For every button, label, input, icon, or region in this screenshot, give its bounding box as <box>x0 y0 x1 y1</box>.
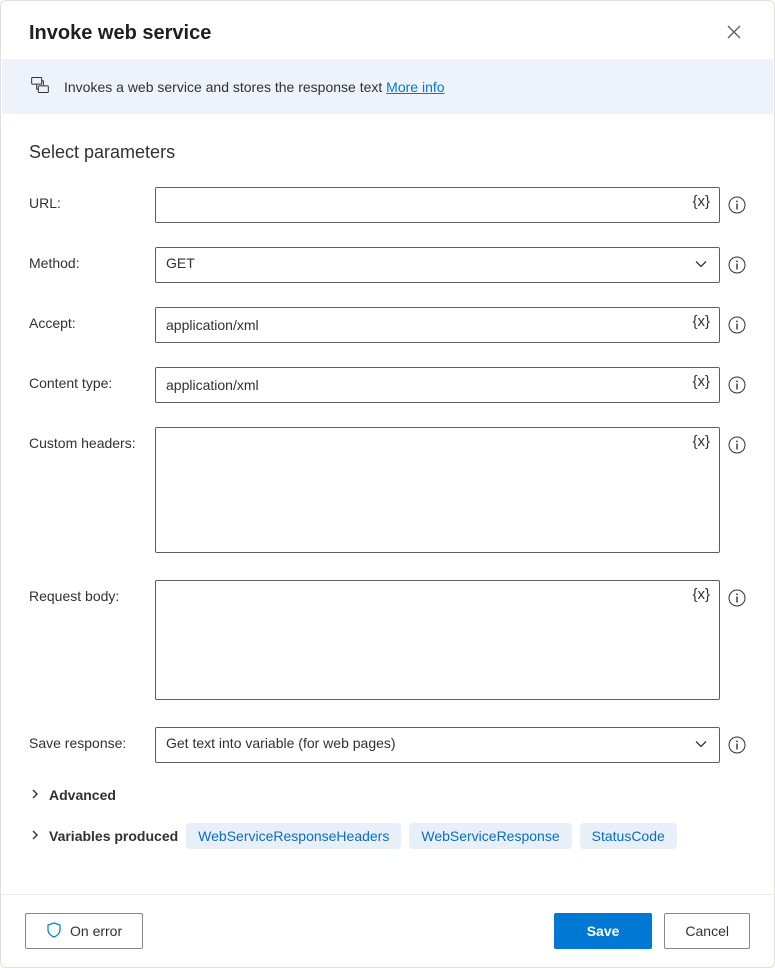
info-icon[interactable] <box>728 316 746 334</box>
info-icon[interactable] <box>728 256 746 274</box>
url-label: URL: <box>29 187 155 211</box>
variable-picker-icon[interactable]: {x} <box>692 433 710 450</box>
variable-picker-icon[interactable]: {x} <box>692 586 710 603</box>
field-save-response: Save response: Get text into variable (f… <box>29 727 746 763</box>
variable-picker-icon[interactable]: {x} <box>692 373 710 390</box>
dialog-content: Select parameters URL: {x} Method: GET <box>1 114 774 894</box>
request-body-label: Request body: <box>29 580 155 604</box>
field-content-type: Content type: {x} <box>29 367 746 403</box>
info-icon[interactable] <box>728 436 746 454</box>
variable-chip[interactable]: WebServiceResponse <box>409 823 571 849</box>
method-label: Method: <box>29 247 155 271</box>
variable-picker-icon[interactable]: {x} <box>692 313 710 330</box>
custom-headers-input[interactable] <box>155 427 720 553</box>
info-description: Invokes a web service and stores the res… <box>64 79 445 95</box>
variable-chip[interactable]: StatusCode <box>580 823 677 849</box>
save-response-select[interactable]: Get text into variable (for web pages) <box>155 727 720 763</box>
accept-input[interactable] <box>155 307 720 343</box>
save-button[interactable]: Save <box>554 913 653 949</box>
close-icon <box>726 24 742 43</box>
content-type-input[interactable] <box>155 367 720 403</box>
field-request-body: Request body: {x} <box>29 580 746 703</box>
variables-produced-row: Variables produced WebServiceResponseHea… <box>29 823 746 849</box>
accept-label: Accept: <box>29 307 155 331</box>
info-bar: Invokes a web service and stores the res… <box>2 59 773 114</box>
request-body-input[interactable] <box>155 580 720 700</box>
info-text: Invokes a web service and stores the res… <box>64 79 382 95</box>
custom-headers-label: Custom headers: <box>29 427 155 451</box>
field-url: URL: {x} <box>29 187 746 223</box>
field-custom-headers: Custom headers: {x} <box>29 427 746 556</box>
advanced-label: Advanced <box>49 787 116 803</box>
method-select[interactable]: GET <box>155 247 720 283</box>
dialog-title: Invoke web service <box>29 22 211 45</box>
info-icon[interactable] <box>728 376 746 394</box>
more-info-link[interactable]: More info <box>386 79 444 95</box>
on-error-button[interactable]: On error <box>25 913 143 949</box>
info-icon[interactable] <box>728 589 746 607</box>
content-type-label: Content type: <box>29 367 155 391</box>
invoke-web-service-dialog: Invoke web service Invokes a web service… <box>0 0 775 968</box>
info-icon[interactable] <box>728 196 746 214</box>
field-method: Method: GET <box>29 247 746 283</box>
variable-chip[interactable]: WebServiceResponseHeaders <box>186 823 401 849</box>
web-service-icon <box>30 75 50 98</box>
dialog-header: Invoke web service <box>1 1 774 59</box>
variable-picker-icon[interactable]: {x} <box>692 193 710 210</box>
field-accept: Accept: {x} <box>29 307 746 343</box>
close-button[interactable] <box>722 21 746 45</box>
variables-produced-label: Variables produced <box>49 828 178 844</box>
on-error-label: On error <box>70 923 122 939</box>
chevron-right-icon[interactable] <box>29 828 41 844</box>
cancel-button[interactable]: Cancel <box>664 913 750 949</box>
dialog-footer: On error Save Cancel <box>1 894 774 967</box>
info-icon[interactable] <box>728 736 746 754</box>
section-title: Select parameters <box>29 142 746 163</box>
chevron-right-icon <box>29 787 41 803</box>
shield-icon <box>46 922 62 941</box>
save-response-label: Save response: <box>29 727 155 751</box>
advanced-expander[interactable]: Advanced <box>29 787 746 803</box>
url-input[interactable] <box>155 187 720 223</box>
